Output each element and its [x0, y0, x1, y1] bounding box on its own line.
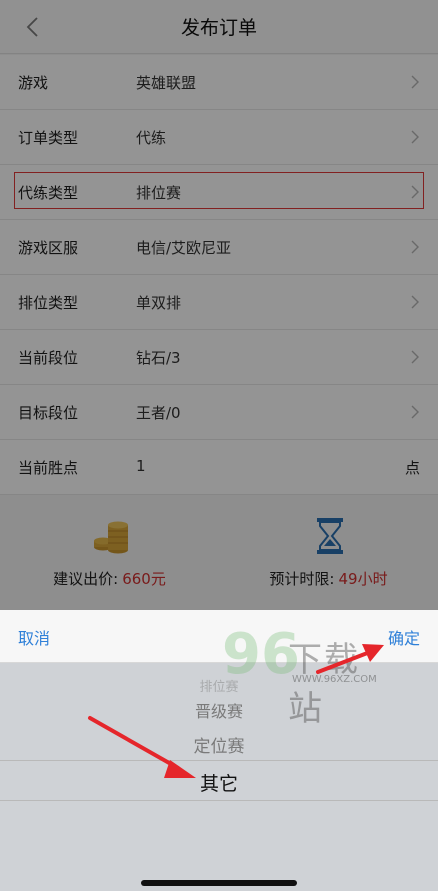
- picker-option-selected[interactable]: 其它: [0, 769, 438, 796]
- picker-wheel[interactable]: 排位赛 晋级赛 定位赛 其它: [0, 663, 438, 891]
- home-indicator: [141, 880, 297, 886]
- picker-option[interactable]: 定位赛: [0, 732, 438, 757]
- app-screen: 发布订单 游戏 英雄联盟 订单类型 代练 代练类型 排位赛 游戏区服 电信/艾欧…: [0, 0, 438, 891]
- picker-option[interactable]: 排位赛: [0, 676, 438, 695]
- selection-divider: [0, 800, 438, 801]
- selection-divider: [0, 760, 438, 761]
- picker-toolbar: 取消 确定: [0, 610, 438, 663]
- picker-sheet: 取消 确定 排位赛 晋级赛 定位赛 其它: [0, 610, 438, 891]
- modal-backdrop[interactable]: [0, 0, 438, 610]
- confirm-button[interactable]: 确定: [388, 625, 420, 649]
- picker-option[interactable]: 晋级赛: [0, 698, 438, 722]
- cancel-button[interactable]: 取消: [18, 625, 50, 649]
